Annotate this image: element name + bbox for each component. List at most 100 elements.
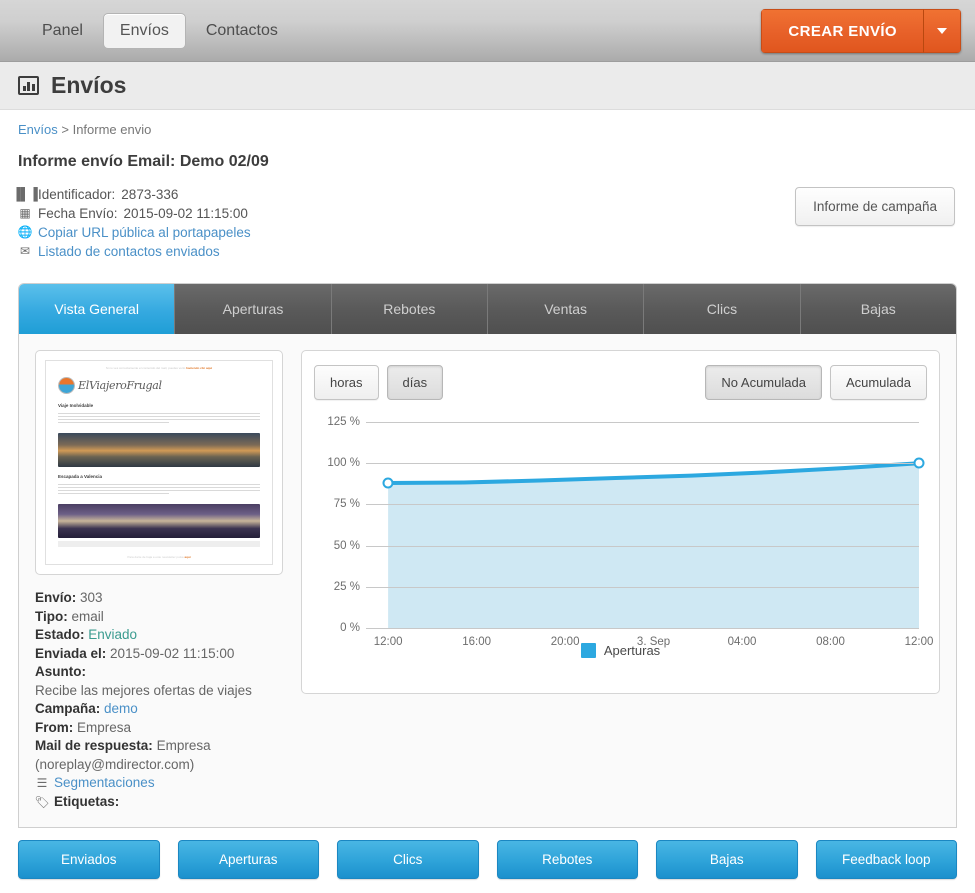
detail-enviada-value: 2015-09-02 11:15:00 (110, 645, 235, 661)
chart-granularity-group: horas días (314, 365, 444, 400)
status-badge: Enviado (88, 627, 138, 642)
meta-identificador: ▐▌▐ Identificador: 2873-336 (12, 185, 251, 204)
preview-section2-title: Escapada a Valencia (58, 473, 103, 479)
meta-copiar-url[interactable]: 🌐 Copiar URL pública al portapapeles (18, 223, 251, 242)
campaign-link[interactable]: demo (104, 701, 138, 716)
meta-listado-contactos[interactable]: ✉ Listado de contactos enviados (18, 242, 251, 261)
metric-button-rebotes[interactable]: Rebotes (496, 840, 638, 879)
breadcrumb-link-envios[interactable]: Envíos (18, 122, 58, 137)
tab-ventas[interactable]: Ventas (487, 284, 645, 334)
main-nav: Panel Envíos Contactos (26, 12, 294, 49)
create-envio-group: CREAR ENVÍO (761, 9, 961, 53)
y-axis-tick: 75 % (333, 498, 360, 511)
chart-point-start[interactable] (382, 477, 394, 489)
nav-item-contactos[interactable]: Contactos (190, 14, 294, 48)
preview-image-caption (58, 540, 260, 547)
report-meta-list: ▐▌▐ Identificador: 2873-336 ▦ Fecha Enví… (12, 185, 251, 261)
chart-legend: Aperturas (314, 643, 927, 658)
segmentaciones-link[interactable]: Segmentaciones (54, 774, 155, 793)
detail-campana-label: Campaña: (35, 701, 101, 716)
detail-etiquetas: 🏷 Etiquetas: (34, 793, 283, 812)
metric-button-enviados[interactable]: Enviados (18, 840, 160, 879)
meta-fecha-envio: ▦ Fecha Envío: 2015-09-02 11:15:00 (18, 204, 251, 223)
tab-rebotes[interactable]: Rebotes (331, 284, 488, 334)
page-header: Envíos (0, 62, 975, 110)
y-axis-tick: 100 % (327, 457, 360, 470)
metric-button-aperturas[interactable]: Aperturas (177, 840, 319, 879)
gridline (366, 586, 919, 588)
tab-clics[interactable]: Clics (644, 284, 801, 334)
calendar-icon: ▦ (19, 206, 31, 220)
granularity-dias-button[interactable]: días (386, 365, 444, 400)
send-details: Envío: 303 Tipo: email Estado: Enviado E… (34, 589, 283, 812)
detail-from-label: From: (35, 719, 74, 735)
chart-svg (366, 422, 919, 628)
detail-asunto-value: Recibe las mejores ofertas de viajes (35, 682, 252, 698)
detail-reply: Mail de respuesta: Empresa (noreplay@mdi… (35, 737, 283, 774)
tab-vista-general[interactable]: Vista General (19, 284, 176, 334)
legend-label-aperturas: Aperturas (603, 643, 661, 658)
aperturas-chart: 0 % 25 % 50 % 75 % 100 % 125 % 12:00 16:00 20:0… (314, 414, 933, 664)
y-axis-tick: 25 % (333, 580, 360, 593)
envelope-icon: ✉ (19, 244, 31, 258)
campaign-report-button[interactable]: Informe de campaña (795, 187, 955, 226)
detail-tipo-label: Tipo: (35, 608, 68, 624)
metric-button-bajas[interactable]: Bajas (656, 840, 798, 879)
detail-from-value: Empresa (77, 719, 132, 735)
breadcrumb: Envíos > Informe envio (18, 122, 957, 137)
copy-public-url-link[interactable]: Copiar URL pública al portapapeles (38, 223, 251, 242)
report-panel: Vista General Aperturas Rebotes Ventas C… (18, 283, 957, 828)
page-title: Envíos (51, 72, 127, 98)
preview-brand: ElViajeroFrugal (52, 373, 266, 396)
bar-chart-icon (18, 76, 39, 95)
preview-footer: Para darte de baja a este newsletter pul… (127, 555, 191, 559)
list-icon: ☰ (36, 776, 48, 790)
no-acumulada-button[interactable]: No Acumulada (705, 365, 822, 400)
meta-fecha-value: 2015-09-02 11:15:00 (123, 206, 248, 221)
metric-button-feedback-loop[interactable]: Feedback loop (815, 840, 957, 879)
granularity-horas-button[interactable]: horas (314, 365, 379, 400)
detail-enviada-label: Enviada el: (35, 645, 107, 661)
preview-image-valencia (58, 503, 260, 538)
tab-bajas[interactable]: Bajas (800, 284, 956, 334)
meta-fecha-label: Fecha Envío: (38, 206, 118, 221)
create-envio-button[interactable]: CREAR ENVÍO (761, 9, 923, 53)
barcode-icon: ▐▌▐ (12, 187, 38, 201)
gridline (366, 422, 919, 423)
chart-plot-area: 0 % 25 % 50 % 75 % 100 % 125 % 12:00 16:00 20:0… (327, 416, 933, 648)
detail-tipo: Tipo: email (35, 608, 283, 627)
chart-accumulation-group: No Acumulada Acumulada (705, 365, 927, 400)
detail-segmentaciones[interactable]: ☰ Segmentaciones (35, 774, 283, 793)
preview-header-note: Si no ves correctamente el contenido del… (105, 366, 213, 370)
create-envio-dropdown-button[interactable] (923, 9, 961, 53)
detail-envio-label: Envío: (35, 590, 77, 605)
brand-logo-icon (58, 377, 75, 394)
y-axis-tick: 125 % (327, 416, 360, 428)
nav-item-envios[interactable]: Envíos (102, 12, 186, 49)
preview-section1-title: Viaje Inolvidable (58, 403, 94, 408)
chart-toolbar: horas días No Acumulada Acumulada (314, 365, 927, 400)
chart-card: horas días No Acumulada Acumulada 0 % 25 … (301, 350, 940, 694)
detail-tipo-value: email (71, 608, 104, 624)
acumulada-button[interactable]: Acumulada (829, 365, 927, 400)
preview-image-venice (58, 432, 260, 467)
detail-estado-label: Estado: (35, 627, 85, 642)
nav-item-panel[interactable]: Panel (26, 14, 99, 48)
sent-contacts-list-link[interactable]: Listado de contactos enviados (38, 242, 220, 261)
detail-envio: Envío: 303 (35, 589, 283, 608)
report-tabs: Vista General Aperturas Rebotes Ventas C… (19, 284, 956, 334)
chart-point-end[interactable] (913, 457, 925, 469)
tab-aperturas[interactable]: Aperturas (175, 284, 332, 334)
y-axis-tick: 50 % (333, 539, 360, 552)
preview-section2-text (52, 483, 266, 496)
detail-estado: Estado: Enviado (35, 626, 283, 645)
breadcrumb-current: Informe envio (72, 122, 152, 137)
detail-etiquetas-label: Etiquetas: (54, 793, 120, 809)
detail-reply-label: Mail de respuesta: (35, 738, 153, 753)
metric-button-clics[interactable]: Clics (337, 840, 479, 879)
gridline (366, 504, 919, 506)
email-preview-thumbnail[interactable]: Si no ves correctamente el contenido del… (35, 350, 283, 575)
meta-identificador-label: Identificador: (38, 187, 116, 202)
metric-buttons-row: Enviados Aperturas Clics Rebotes Bajas F… (0, 828, 975, 879)
detail-envio-value: 303 (80, 590, 103, 605)
